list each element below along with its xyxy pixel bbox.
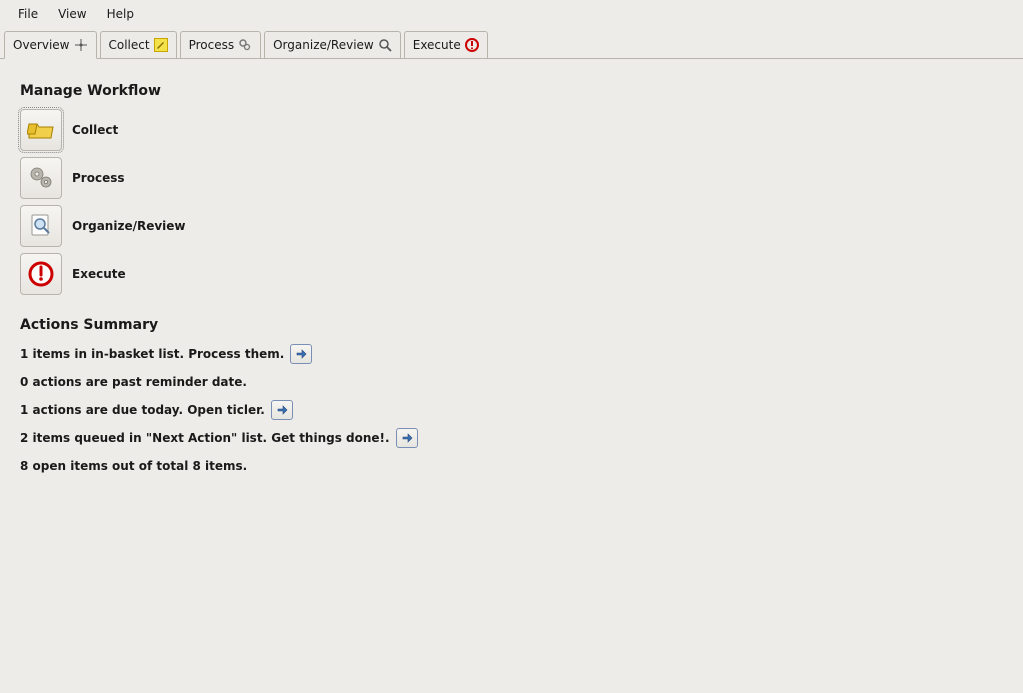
menu-view[interactable]: View (48, 4, 96, 24)
magnifier-doc-icon (27, 212, 55, 240)
process-button[interactable] (20, 157, 62, 199)
workflow-item-organize: Organize/Review (20, 205, 1003, 247)
overview-icon (74, 38, 88, 52)
menu-file[interactable]: File (8, 4, 48, 24)
goto-process-button[interactable] (290, 344, 312, 364)
summary-title: Actions Summary (20, 317, 1003, 333)
tab-label: Overview (13, 38, 70, 52)
arrow-right-icon (401, 432, 413, 444)
summary-text: 2 items queued in "Next Action" list. Ge… (20, 431, 390, 445)
execute-button[interactable] (20, 253, 62, 295)
tab-overview[interactable]: Overview (4, 31, 97, 59)
workflow-label: Organize/Review (72, 219, 186, 233)
organize-button[interactable] (20, 205, 62, 247)
workflow-item-execute: Execute (20, 253, 1003, 295)
tab-process[interactable]: Process (180, 31, 262, 59)
summary-line-pastdue: 0 actions are past reminder date. (20, 371, 1003, 393)
summary-line-duetoday: 1 actions are due today. Open ticler. (20, 399, 1003, 421)
summary-line-total: 8 open items out of total 8 items. (20, 455, 1003, 477)
execute-icon (465, 38, 479, 52)
tab-label: Execute (413, 38, 461, 52)
summary-line-nextaction: 2 items queued in "Next Action" list. Ge… (20, 427, 1003, 449)
summary-text: 1 actions are due today. Open ticler. (20, 403, 265, 417)
workflow-label: Collect (72, 123, 118, 137)
menubar: File View Help (0, 0, 1023, 28)
tab-label: Organize/Review (273, 38, 374, 52)
collect-icon (154, 38, 168, 52)
workflow-label: Execute (72, 267, 126, 281)
workflow-item-collect: Collect (20, 109, 1003, 151)
alert-icon (27, 260, 55, 288)
summary-text: 1 items in in-basket list. Process them. (20, 347, 284, 361)
organize-icon (378, 38, 392, 52)
tab-label: Process (189, 38, 235, 52)
workflow-label: Process (72, 171, 125, 185)
workflow-title: Manage Workflow (20, 83, 1003, 99)
gears-icon (27, 164, 55, 192)
tab-organize[interactable]: Organize/Review (264, 31, 401, 59)
tab-collect[interactable]: Collect (100, 31, 177, 59)
overview-panel: Manage Workflow Collect Process (0, 59, 1023, 501)
folder-icon (27, 120, 55, 140)
summary-text: 0 actions are past reminder date. (20, 375, 247, 389)
arrow-right-icon (295, 348, 307, 360)
tab-bar: Overview Collect Process Organize/Review… (0, 28, 1023, 59)
summary-line-inbasket: 1 items in in-basket list. Process them. (20, 343, 1003, 365)
workflow-item-process: Process (20, 157, 1003, 199)
arrow-right-icon (276, 404, 288, 416)
process-icon (238, 38, 252, 52)
summary-text: 8 open items out of total 8 items. (20, 459, 247, 473)
collect-button[interactable] (20, 109, 62, 151)
tab-execute[interactable]: Execute (404, 31, 488, 59)
tab-label: Collect (109, 38, 150, 52)
goto-nextaction-button[interactable] (396, 428, 418, 448)
menu-help[interactable]: Help (97, 4, 144, 24)
goto-tickler-button[interactable] (271, 400, 293, 420)
